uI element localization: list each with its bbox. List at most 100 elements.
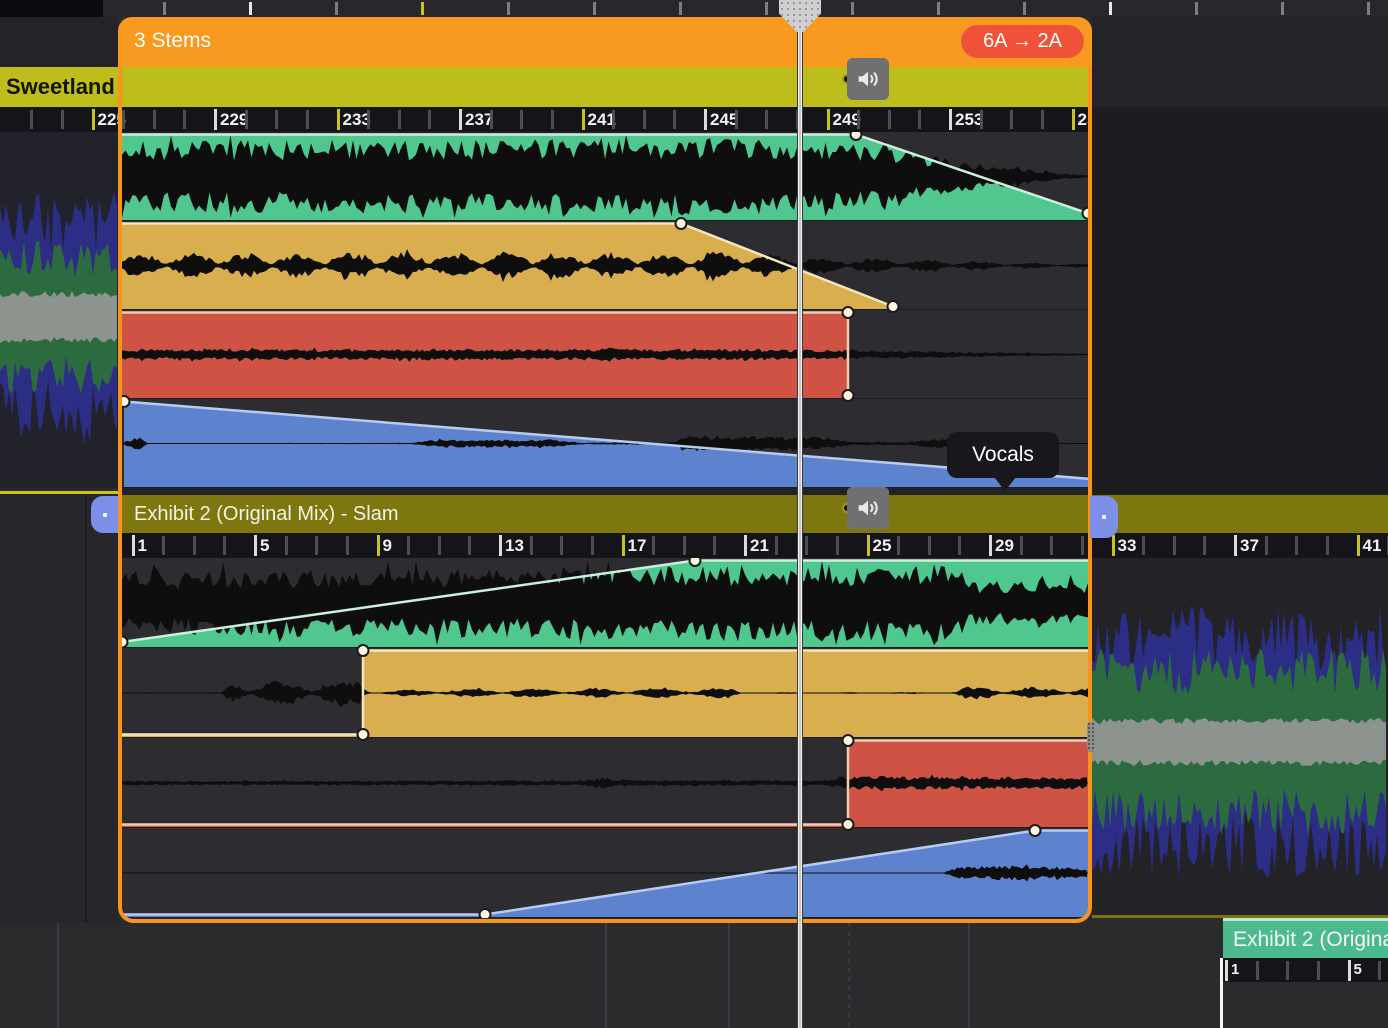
ruler-major-tick [949, 109, 952, 130]
track2-title-band[interactable]: Exhibit 2 (Original Mix) - Slam [122, 495, 1388, 533]
envelope-control-point[interactable] [843, 307, 854, 318]
ruler-minor-tick [683, 536, 686, 555]
track1-stem-lanes[interactable] [122, 132, 1088, 488]
envelope-control-point[interactable] [122, 396, 130, 407]
ruler-minor-tick [765, 110, 768, 129]
ruler-bar-number: 41 [1363, 536, 1382, 556]
mini-deck-playhead[interactable] [1220, 958, 1223, 1028]
ruler-minor-tick [398, 110, 401, 129]
ruler-bar-number: 33 [1118, 536, 1137, 556]
track2-drag-handle-right[interactable] [1090, 496, 1118, 538]
master-volume-button-track1[interactable] [847, 58, 889, 100]
ruler-major-tick [499, 535, 502, 556]
ruler-minor-tick [775, 536, 778, 555]
ruler-minor-tick [1173, 536, 1176, 555]
track1-title-band[interactable]: Sweetland [0, 67, 1090, 107]
ruler-major-tick [337, 109, 340, 130]
grid-line [57, 923, 59, 1028]
envelope-control-point[interactable] [843, 819, 854, 830]
track2-stem-lanes[interactable] [122, 558, 1088, 918]
ruler-bar-number: 9 [383, 536, 392, 556]
top-overview-tick [1195, 2, 1198, 15]
track1-right-margin [1092, 17, 1388, 107]
mini-deck-title-band[interactable]: Exhibit 2 (Original Mix) - Slam [1223, 918, 1388, 958]
stem-waveforms [122, 132, 1088, 488]
top-overview-tick [1023, 2, 1026, 15]
ruler-major-tick [1357, 535, 1360, 556]
envelope-control-point[interactable] [676, 218, 687, 229]
ruler-bar-number: 5 [1354, 961, 1362, 978]
ruler-minor-tick [490, 110, 493, 129]
ruler-major-tick [1348, 960, 1351, 981]
ruler-major-tick [704, 109, 707, 130]
grid-line [968, 923, 970, 1028]
top-overview-tick [163, 2, 166, 15]
ruler-minor-tick [1295, 536, 1298, 555]
envelope-control-point[interactable] [358, 645, 369, 656]
top-overview-tick [249, 2, 252, 15]
ruler-minor-tick [1081, 536, 1084, 555]
ruler-minor-tick [888, 110, 891, 129]
ruler-minor-tick [162, 536, 165, 555]
ruler-minor-tick [223, 536, 226, 555]
top-overview-tick [335, 2, 338, 15]
grid-line [728, 923, 730, 1028]
ruler-minor-tick [560, 536, 563, 555]
envelope-control-point[interactable] [480, 909, 491, 918]
ruler-minor-tick [30, 110, 33, 129]
track2-left-empty-area [0, 494, 118, 923]
ruler-major-tick [827, 109, 830, 130]
ruler-bar-number: 21 [750, 536, 769, 556]
ruler-minor-tick [183, 110, 186, 129]
envelope-control-point[interactable] [888, 301, 899, 312]
top-overview-tick [679, 2, 682, 15]
ruler-minor-tick [857, 110, 860, 129]
top-overview-tick [507, 2, 510, 15]
top-overview-tick [1109, 2, 1112, 15]
playhead-line[interactable] [797, 0, 803, 1028]
top-overview-tick [765, 2, 768, 15]
ruler-bar-number: 1 [138, 536, 147, 556]
ruler-major-tick [1234, 535, 1237, 556]
envelope-control-point[interactable] [122, 637, 128, 648]
deck-resize-nub[interactable] [1087, 722, 1095, 752]
track1-overview-waveform[interactable] [0, 132, 118, 488]
top-overview-timeline[interactable] [0, 0, 1388, 17]
track2-bar-ruler[interactable]: 1591317212529333741 [122, 533, 1388, 558]
ruler-minor-tick [928, 536, 931, 555]
speaker-icon [853, 64, 883, 94]
ruler-minor-tick [1317, 961, 1320, 980]
ruler-bar-number: 25 [873, 536, 892, 556]
ruler-minor-tick [1010, 110, 1013, 129]
deck-header-bar[interactable]: 3 Stems 6A → 2A [118, 17, 1092, 67]
envelope-control-point[interactable] [843, 735, 854, 746]
ruler-minor-tick [1041, 110, 1044, 129]
ruler-minor-tick [367, 110, 370, 129]
ruler-minor-tick [612, 110, 615, 129]
grid-line [85, 494, 87, 923]
stems-mixer-view: Sweetland 225229233237241245249253257 Ex… [0, 0, 1388, 1028]
envelope-control-point[interactable] [690, 558, 701, 566]
envelope-control-point[interactable] [358, 729, 369, 740]
envelope-control-point[interactable] [851, 132, 862, 140]
playhead-pin[interactable] [779, 0, 821, 32]
track2-overview-waveform[interactable] [1092, 558, 1388, 918]
track1-left-margin [0, 17, 118, 67]
master-volume-button-track2[interactable] [847, 487, 889, 529]
track1-bar-ruler[interactable]: 225229233237241245249253257 [0, 107, 1092, 132]
ruler-bar-number: 5 [260, 536, 269, 556]
ruler-minor-tick [652, 536, 655, 555]
envelope-control-point[interactable] [843, 390, 854, 401]
ruler-major-tick [744, 535, 747, 556]
envelope-control-point[interactable] [1030, 825, 1041, 836]
top-overview-tick [421, 2, 424, 15]
ruler-minor-tick [805, 536, 808, 555]
top-overview-tick [1281, 2, 1284, 15]
tooltip-text: Vocals [972, 443, 1034, 467]
track2-drag-handle-left[interactable] [91, 496, 118, 533]
ruler-major-tick [622, 535, 625, 556]
envelope-control-point[interactable] [1083, 208, 1089, 219]
ruler-minor-tick [836, 536, 839, 555]
ruler-minor-tick [1142, 536, 1145, 555]
mini-deck-ruler[interactable]: 15 [1223, 958, 1388, 982]
